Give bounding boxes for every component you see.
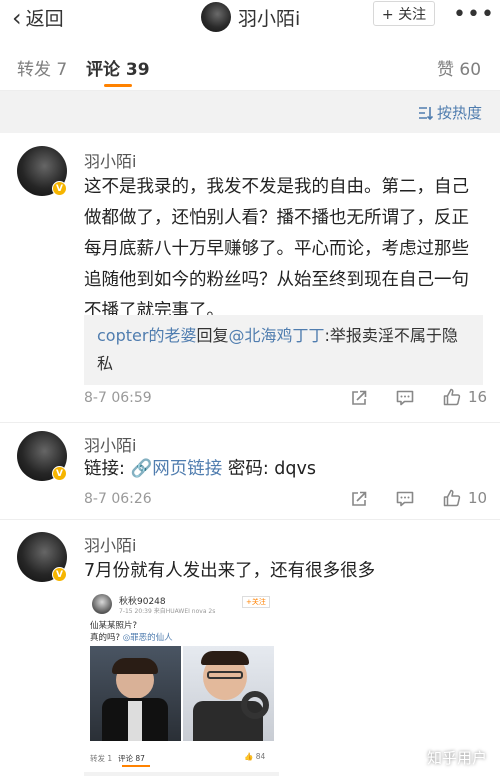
embedded-image[interactable]: 秋秋90248 7-15 20:39 来自HUAWEI nova 2s +关注 … xyxy=(84,591,279,776)
tab-likes[interactable]: 赞 60 xyxy=(437,55,481,80)
reply-user-link[interactable]: copter的老婆 xyxy=(97,326,196,345)
repost-button[interactable] xyxy=(349,388,369,408)
like-button[interactable]: 10 xyxy=(442,488,487,508)
embedded-avatar xyxy=(92,594,112,614)
like-button[interactable]: 16 xyxy=(442,387,487,407)
chevron-left-icon: ‹ xyxy=(12,3,22,32)
embedded-link: ◎罪恶的仙人 xyxy=(122,633,173,643)
embedded-text-2: 真的吗? ◎罪恶的仙人 xyxy=(90,631,173,643)
link-icon: 🔗 xyxy=(130,459,153,479)
header-title[interactable]: 羽小陌i xyxy=(238,4,300,31)
comment-time: 8-7 06:26 xyxy=(84,491,152,507)
comment-text: 这不是我录的，我发不发是我的自由。第二，自己做都做了，还怕别人看？播不播也无所谓… xyxy=(84,177,469,321)
active-tab-indicator xyxy=(104,84,132,87)
share-icon xyxy=(352,491,367,506)
comment-author[interactable]: 羽小陌i xyxy=(84,148,136,172)
sort-label: 按热度 xyxy=(436,104,482,122)
verified-badge-icon: V xyxy=(52,567,67,582)
reply-box[interactable]: copter的老婆回复@北海鸡丁丁:举报卖淫不属于隐私 xyxy=(84,315,483,385)
watermark: 知乎用户 xyxy=(426,749,487,767)
embedded-likes-count: 84 xyxy=(255,752,266,761)
tab-comments[interactable]: 评论 39 xyxy=(86,55,150,80)
comment-item: V 羽小陌i 链接: 🔗网页链接 密码: dqvs 8-7 06:26 10 xyxy=(0,423,500,519)
like-count: 16 xyxy=(468,388,488,406)
sort-icon xyxy=(418,106,433,120)
reply-mention-link[interactable]: @北海鸡丁丁 xyxy=(228,326,324,345)
embedded-likes: 👍 84 xyxy=(244,752,266,761)
sort-by-hot-button[interactable]: 按热度 xyxy=(417,102,482,123)
like-count: 10 xyxy=(468,489,488,507)
comment-time: 8-7 06:59 xyxy=(84,390,152,406)
top-bar: ‹ 返回 羽小陌i + 关注 ••• xyxy=(0,0,500,40)
comment-button[interactable] xyxy=(395,388,415,408)
comment-text: 7月份就有人发出来了，还有很多很多 xyxy=(84,561,376,581)
comment-author[interactable]: 羽小陌i xyxy=(84,532,136,556)
verified-badge-icon: V xyxy=(52,466,67,481)
embedded-text-2-label: 真的吗? xyxy=(90,633,123,643)
embedded-meta: 7-15 20:39 来自HUAWEI nova 2s xyxy=(119,608,216,615)
embedded-text-1: 仙某某照片? xyxy=(90,621,138,631)
tab-bar: 转发 7 评论 39 赞 60 xyxy=(0,40,500,91)
verified-badge-icon: V xyxy=(52,181,67,196)
back-button[interactable]: ‹ 返回 xyxy=(12,4,64,31)
reply-mid: 回复 xyxy=(196,326,229,345)
comment-text: 链接: 🔗网页链接 密码: dqvs xyxy=(84,454,486,485)
embedded-photo-2 xyxy=(183,646,274,741)
embedded-follow: +关注 xyxy=(242,596,270,608)
comment-icon xyxy=(396,491,414,507)
thumbs-up-icon xyxy=(443,489,461,507)
more-icon[interactable]: ••• xyxy=(453,2,495,27)
header-avatar[interactable] xyxy=(201,2,231,32)
embedded-photo-1 xyxy=(90,646,181,741)
web-link[interactable]: 网页链接 xyxy=(152,459,222,479)
share-icon xyxy=(352,390,367,405)
thumbs-up-icon xyxy=(443,388,461,406)
embedded-comments: 评论 87 xyxy=(118,754,145,763)
comment-icon xyxy=(396,390,414,406)
comment-author[interactable]: 羽小陌i xyxy=(84,432,136,456)
embedded-bottom-strip xyxy=(84,772,279,776)
sort-bar: 按热度 xyxy=(0,91,500,133)
tab-repost[interactable]: 转发 7 xyxy=(17,55,67,80)
comment-text-prefix: 链接: xyxy=(84,459,131,479)
comment-item: V 羽小陌i 这不是我录的，我发不发是我的自由。第二，自己做都做了，还怕别人看？… xyxy=(0,134,500,422)
comment-button[interactable] xyxy=(395,489,415,509)
back-label: 返回 xyxy=(25,8,64,30)
embedded-repost: 转发 1 xyxy=(90,754,113,763)
comment-text-suffix: 密码: dqvs xyxy=(222,459,316,479)
follow-button[interactable]: + 关注 xyxy=(373,1,435,26)
embedded-tab-indicator xyxy=(122,765,150,767)
repost-button[interactable] xyxy=(349,489,369,509)
